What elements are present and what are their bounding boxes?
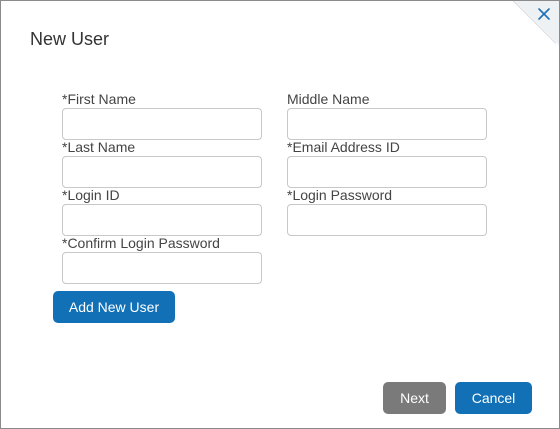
add-new-user-button[interactable]: Add New User [53, 291, 175, 323]
first-name-label: *First Name [62, 91, 136, 107]
login-id-field-group: *Login ID [62, 187, 262, 236]
login-password-field-group: *Login Password [287, 187, 487, 236]
new-user-dialog: New User *First Name Middle Name *Last N… [0, 0, 560, 429]
email-address-id-field-group: *Email Address ID [287, 139, 487, 188]
confirm-login-password-label: *Confirm Login Password [62, 235, 220, 251]
login-password-label: *Login Password [287, 187, 393, 203]
confirm-login-password-input[interactable] [62, 252, 262, 284]
first-name-field-group: *First Name [62, 91, 262, 140]
confirm-login-password-field-group: *Confirm Login Password [62, 235, 262, 284]
email-address-id-input[interactable] [287, 156, 487, 188]
close-icon [538, 8, 550, 20]
last-name-field-group: *Last Name [62, 139, 262, 188]
middle-name-input[interactable] [287, 108, 487, 140]
dialog-title: New User [30, 29, 110, 49]
first-name-input[interactable] [62, 108, 262, 140]
login-id-input[interactable] [62, 204, 262, 236]
last-name-input[interactable] [62, 156, 262, 188]
login-password-input[interactable] [287, 204, 487, 236]
middle-name-label: Middle Name [287, 91, 370, 107]
last-name-label: *Last Name [62, 139, 136, 155]
email-address-id-label: *Email Address ID [287, 139, 400, 155]
middle-name-field-group: Middle Name [287, 91, 487, 140]
dialog-corner-fold [511, 1, 559, 49]
cancel-button[interactable]: Cancel [455, 382, 532, 414]
next-button[interactable]: Next [383, 382, 446, 414]
close-button[interactable] [537, 7, 551, 21]
login-id-label: *Login ID [62, 187, 120, 203]
